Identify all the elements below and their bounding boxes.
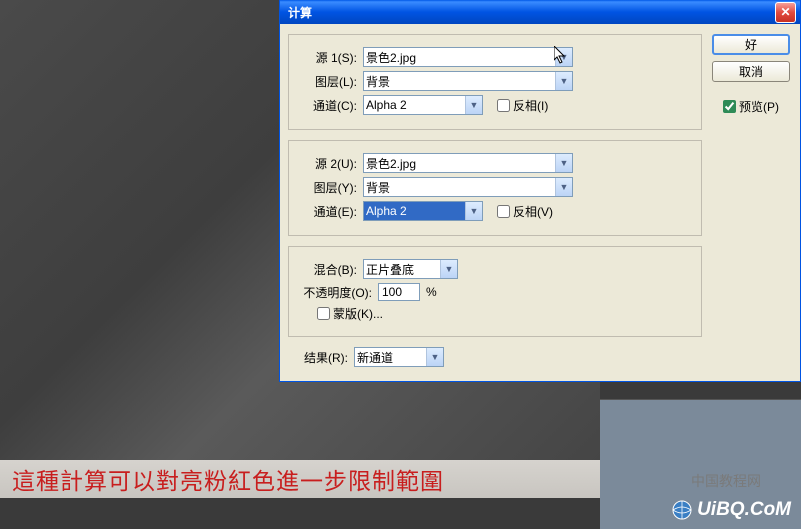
- source1-file-select[interactable]: 景色2.jpg ▼: [363, 47, 573, 67]
- opacity-label: 不透明度(O):: [297, 284, 372, 301]
- blend-mode-select[interactable]: 正片叠底 ▼: [363, 259, 458, 279]
- blend-label: 混合(B):: [297, 261, 357, 278]
- blend-group: 混合(B): 正片叠底 ▼ 不透明度(O): % 蒙版(K)...: [288, 246, 702, 337]
- source1-layer-label: 图层(L):: [297, 73, 357, 90]
- dialog-title: 计算: [284, 4, 775, 21]
- source1-channel-select[interactable]: Alpha 2 ▼: [363, 95, 483, 115]
- source1-label: 源 1(S):: [297, 49, 357, 66]
- caption-bar: 這種計算可以對亮粉紅色進一步限制範圍: [0, 460, 600, 498]
- close-icon: ✕: [780, 5, 790, 19]
- chevron-down-icon: ▼: [555, 48, 572, 66]
- chevron-down-icon: ▼: [465, 96, 482, 114]
- watermark: UiBQ.CoM: [671, 499, 791, 521]
- source2-group: 源 2(U): 景色2.jpg ▼ 图层(Y): 背景 ▼ 通道(E):: [288, 140, 702, 236]
- source2-channel-select[interactable]: Alpha 2 ▼: [363, 201, 483, 221]
- close-button[interactable]: ✕: [775, 2, 796, 23]
- ok-button[interactable]: 好: [712, 34, 790, 55]
- source2-layer-label: 图层(Y):: [297, 179, 357, 196]
- caption-text: 這種計算可以對亮粉紅色進一步限制範圍: [12, 462, 444, 496]
- chevron-down-icon: ▼: [426, 348, 443, 366]
- source1-layer-select[interactable]: 背景 ▼: [363, 71, 573, 91]
- chevron-down-icon: ▼: [465, 202, 482, 220]
- chevron-down-icon: ▼: [555, 72, 572, 90]
- preview-checkbox[interactable]: 预览(P): [723, 98, 779, 115]
- chevron-down-icon: ▼: [555, 178, 572, 196]
- result-select[interactable]: 新通道 ▼: [354, 347, 444, 367]
- chevron-down-icon: ▼: [440, 260, 457, 278]
- globe-icon: [671, 499, 693, 521]
- mask-checkbox[interactable]: 蒙版(K)...: [317, 305, 383, 322]
- source2-layer-select[interactable]: 背景 ▼: [363, 177, 573, 197]
- dialog-titlebar[interactable]: 计算 ✕: [280, 0, 800, 24]
- source2-channel-label: 通道(E):: [297, 203, 357, 220]
- opacity-input[interactable]: [378, 283, 420, 301]
- source1-channel-label: 通道(C):: [297, 97, 357, 114]
- source1-invert-checkbox[interactable]: 反相(I): [497, 97, 548, 114]
- calculations-dialog: 计算 ✕ 源 1(S): 景色2.jpg ▼ 图层(L):: [279, 0, 801, 382]
- cancel-button[interactable]: 取消: [712, 61, 790, 82]
- chevron-down-icon: ▼: [555, 154, 572, 172]
- watermark-text: UiBQ.CoM: [697, 499, 791, 521]
- source1-group: 源 1(S): 景色2.jpg ▼ 图层(L): 背景 ▼ 通道(C):: [288, 34, 702, 130]
- source2-invert-checkbox[interactable]: 反相(V): [497, 203, 553, 220]
- opacity-unit: %: [426, 285, 437, 299]
- result-label: 结果(R):: [296, 349, 348, 366]
- source2-file-select[interactable]: 景色2.jpg ▼: [363, 153, 573, 173]
- source2-label: 源 2(U):: [297, 155, 357, 172]
- watermark-cn: 中国教程网: [691, 471, 761, 491]
